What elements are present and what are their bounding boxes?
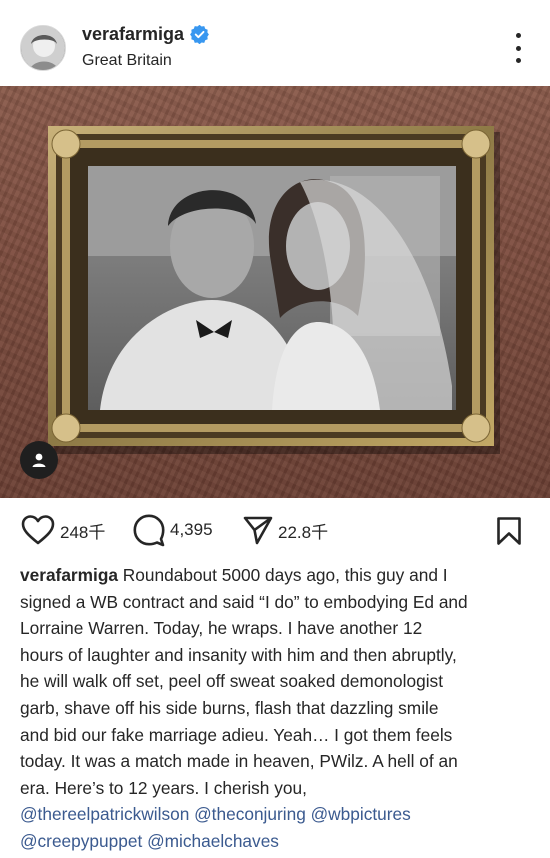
heart-icon [21, 515, 55, 545]
more-options-icon[interactable] [506, 33, 530, 63]
caption-line: signed a WB contract and said “I do” to … [20, 591, 468, 612]
caption-line: era. Here’s to 12 years. I cherish you, [20, 777, 307, 798]
caption-line: Lorraine Warren. Today, he wraps. I have… [20, 618, 423, 639]
more-dot [515, 58, 521, 63]
user-tag-icon[interactable] [20, 441, 58, 479]
avatar-image [21, 26, 65, 70]
save-button[interactable] [496, 516, 522, 546]
post-actions: 248千 4,395 22.8千 [0, 510, 550, 550]
post-location[interactable]: Great Britain [82, 52, 172, 70]
like-count: 248千 [60, 522, 106, 542]
like-button[interactable]: 248千 [20, 510, 105, 550]
caption-line: today. It was a match made in heaven, PW… [20, 751, 458, 772]
caption-line: garb, shave off his side burns, flash th… [20, 697, 439, 718]
share-button[interactable]: 22.8千 [242, 510, 328, 550]
more-dot [515, 33, 521, 38]
more-dot [515, 45, 521, 51]
post-header: verafarmiga Great Britain [0, 0, 550, 88]
verified-badge-icon [190, 24, 209, 45]
bookmark-icon [497, 517, 521, 545]
caption-line-1: verafarmiga Roundabout 5000 days ago, th… [20, 562, 532, 589]
mention-link[interactable]: @wbpictures [311, 804, 411, 824]
mention-link[interactable]: @thereelpatrickwilson [20, 804, 189, 824]
caption-line: he will walk off set, peel off sweat soa… [20, 671, 443, 692]
paper-plane-icon [243, 516, 273, 545]
share-count: 22.8千 [278, 522, 329, 542]
caption-text: Roundabout 5000 days ago, this guy and I [122, 565, 448, 585]
mention-link[interactable]: @creepypuppet [20, 831, 142, 851]
post-caption: verafarmiga Roundabout 5000 days ago, th… [20, 562, 532, 855]
avatar[interactable] [20, 25, 66, 71]
comment-bubble-icon [133, 514, 165, 547]
caption-mentions-row-2: @creepypuppet @michaelchaves [20, 828, 532, 855]
comment-count: 4,395 [170, 520, 213, 539]
comment-button[interactable]: 4,395 [132, 510, 213, 550]
mention-link[interactable]: @theconjuring [194, 804, 306, 824]
mention-link[interactable]: @michaelchaves [147, 831, 279, 851]
caption-mentions-row-1: @thereelpatrickwilson @theconjuring @wbp… [20, 801, 532, 828]
caption-username[interactable]: verafarmiga [20, 565, 118, 585]
username-row: verafarmiga [82, 24, 209, 45]
username[interactable]: verafarmiga [82, 24, 184, 45]
post-image[interactable] [0, 86, 550, 498]
caption-line: and bid our fake marriage adieu. Yeah… I… [20, 724, 453, 745]
caption-line: hours of laughter and insanity with him … [20, 644, 457, 665]
framed-wedding-photo [48, 126, 500, 454]
